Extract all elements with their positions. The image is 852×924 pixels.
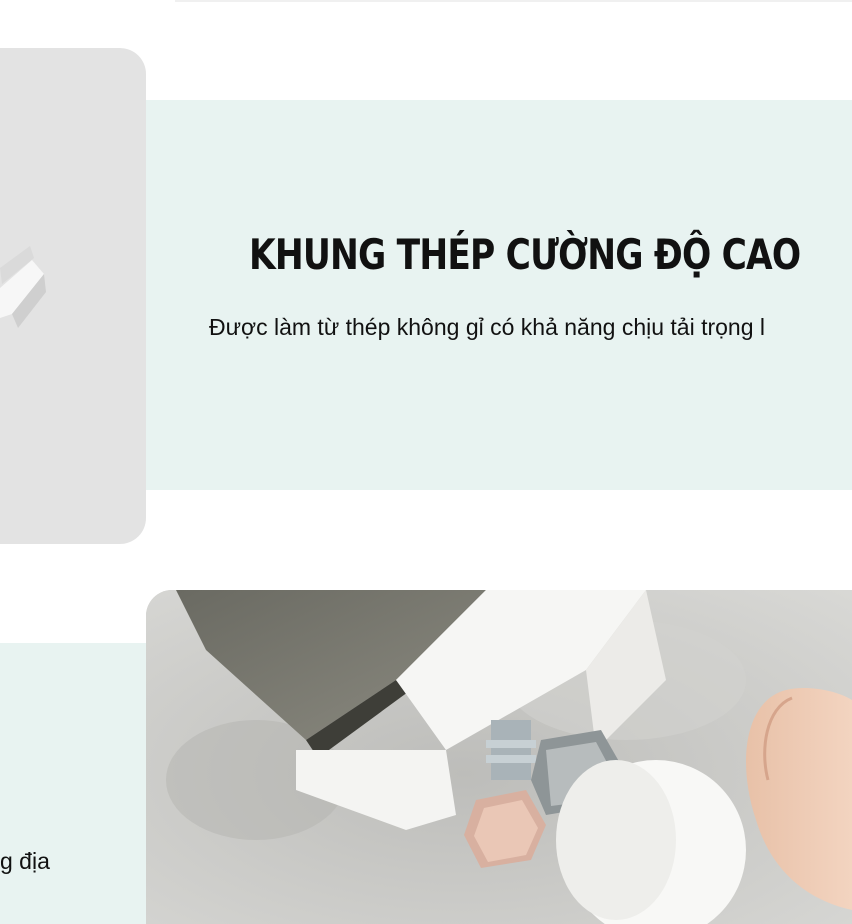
caster-wheel-photo	[146, 590, 852, 924]
product-image	[0, 246, 46, 328]
product-photo-card	[146, 590, 852, 924]
divider	[175, 0, 852, 2]
feature-panel: KHUNG THÉP CƯỜNG ĐỘ CAO Được làm từ thép…	[146, 100, 852, 490]
lower-feature-description: g địa	[0, 848, 50, 874]
feature-title: KHUNG THÉP CƯỜNG ĐỘ CAO	[249, 230, 801, 279]
lower-feature-panel: g địa	[0, 643, 150, 924]
product-image-card	[0, 48, 146, 544]
feature-description: Được làm từ thép không gỉ có khả năng ch…	[209, 314, 766, 340]
page: KHUNG THÉP CƯỜNG ĐỘ CAO Được làm từ thép…	[0, 0, 852, 924]
